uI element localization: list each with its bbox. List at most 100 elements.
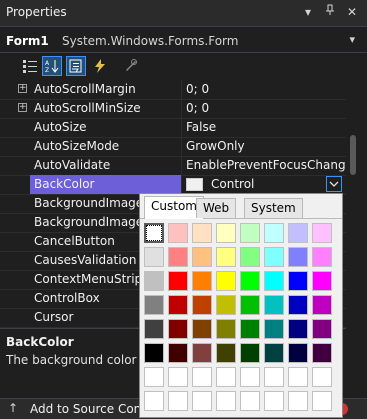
color-cell[interactable] (312, 271, 332, 291)
color-cell[interactable] (216, 223, 236, 243)
color-cell[interactable] (216, 247, 236, 267)
property-value[interactable]: GrowOnly (186, 139, 245, 153)
color-cell[interactable] (312, 247, 332, 267)
property-row-backcolor[interactable]: BackColor Control (0, 175, 346, 195)
categorized-icon (23, 60, 37, 73)
color-cell[interactable] (312, 391, 332, 411)
lightning-icon (95, 59, 105, 73)
color-cell[interactable] (288, 391, 308, 411)
color-cell[interactable] (240, 367, 260, 387)
wrench-icon (126, 59, 137, 71)
color-cell[interactable] (216, 271, 236, 291)
alphabetical-button[interactable]: AZ (42, 56, 62, 76)
color-cell[interactable] (168, 295, 188, 315)
color-cell[interactable] (168, 343, 188, 363)
color-cell[interactable] (240, 343, 260, 363)
description-title: BackColor (6, 335, 74, 349)
color-cell[interactable] (192, 343, 212, 363)
color-cell[interactable] (264, 271, 284, 291)
color-cell[interactable] (288, 223, 308, 243)
property-pages-button[interactable] (120, 56, 140, 76)
scrollbar-thumb[interactable] (350, 135, 356, 175)
color-cell[interactable] (264, 343, 284, 363)
chevron-down-icon[interactable]: ▾ (349, 33, 355, 46)
color-cell[interactable] (216, 367, 236, 387)
color-cell[interactable] (144, 295, 164, 315)
color-cell[interactable] (240, 223, 260, 243)
tab-system[interactable]: System (244, 198, 303, 218)
color-cell[interactable] (312, 343, 332, 363)
color-cell[interactable] (240, 271, 260, 291)
color-cell[interactable] (144, 319, 164, 339)
categorized-button[interactable] (20, 56, 40, 76)
expand-icon[interactable]: + (18, 103, 27, 112)
property-value[interactable]: EnablePreventFocusChange (186, 158, 353, 172)
pin-icon[interactable] (322, 4, 338, 20)
tab-custom[interactable]: Custom (144, 196, 204, 219)
color-cell[interactable] (168, 367, 188, 387)
color-cell[interactable] (264, 391, 284, 411)
color-cell[interactable] (264, 247, 284, 267)
color-cell[interactable] (288, 247, 308, 267)
window-dropdown-icon[interactable]: ▾ (300, 4, 316, 20)
color-cell[interactable] (144, 223, 164, 243)
color-cell[interactable] (192, 271, 212, 291)
color-cell[interactable] (288, 367, 308, 387)
color-cell[interactable] (192, 391, 212, 411)
color-cell[interactable] (312, 367, 332, 387)
color-cell[interactable] (192, 295, 212, 315)
color-cell[interactable] (312, 223, 332, 243)
color-cell[interactable] (192, 367, 212, 387)
color-cell[interactable] (288, 271, 308, 291)
property-value[interactable]: 0; 0 (186, 101, 209, 115)
color-cell[interactable] (216, 343, 236, 363)
color-cell[interactable] (144, 343, 164, 363)
color-cell[interactable] (240, 319, 260, 339)
color-cell[interactable] (168, 223, 188, 243)
color-cell[interactable] (240, 247, 260, 267)
color-cell[interactable] (168, 271, 188, 291)
color-cell[interactable] (144, 247, 164, 267)
color-cell[interactable] (312, 295, 332, 315)
color-cell[interactable] (240, 391, 260, 411)
color-cell[interactable] (144, 367, 164, 387)
property-value[interactable]: False (186, 120, 216, 134)
property-row[interactable]: AutoValidate EnablePreventFocusChange (0, 156, 353, 176)
color-cell[interactable] (168, 247, 188, 267)
color-cell[interactable] (288, 343, 308, 363)
color-cell[interactable] (192, 223, 212, 243)
properties-view-button[interactable] (66, 56, 86, 76)
color-picker-popup: Custom Web System (139, 193, 343, 418)
color-cell[interactable] (264, 319, 284, 339)
color-cell[interactable] (168, 319, 188, 339)
arrow-up-icon[interactable]: ↑ (8, 401, 18, 415)
color-cell[interactable] (168, 391, 188, 411)
color-cell[interactable] (192, 319, 212, 339)
property-row[interactable]: + AutoScrollMinSize 0; 0 (0, 99, 346, 119)
property-value[interactable]: 0; 0 (186, 82, 209, 96)
tab-web[interactable]: Web (196, 198, 237, 218)
property-row[interactable]: + AutoScrollMargin 0; 0 (0, 80, 346, 100)
color-cell[interactable] (192, 247, 212, 267)
color-cell[interactable] (144, 391, 164, 411)
color-cell[interactable] (216, 391, 236, 411)
close-icon[interactable]: ✕ (344, 4, 360, 20)
color-cell[interactable] (288, 295, 308, 315)
expand-icon[interactable]: + (18, 84, 27, 93)
property-row[interactable]: AutoSizeMode GrowOnly (0, 137, 346, 157)
color-cell[interactable] (144, 271, 164, 291)
color-cell[interactable] (288, 319, 308, 339)
color-cell[interactable] (264, 367, 284, 387)
object-selector[interactable]: Form1 System.Windows.Forms.Form ▾ (0, 30, 367, 53)
vertical-scrollbar[interactable] (346, 80, 360, 380)
color-cell[interactable] (264, 295, 284, 315)
property-value[interactable]: Control (211, 177, 254, 191)
events-button[interactable] (90, 56, 110, 76)
color-dropdown-button[interactable] (326, 176, 342, 192)
color-cell[interactable] (216, 295, 236, 315)
property-row[interactable]: AutoSize False (0, 118, 346, 138)
color-cell[interactable] (264, 223, 284, 243)
color-cell[interactable] (216, 319, 236, 339)
color-cell[interactable] (240, 295, 260, 315)
color-cell[interactable] (312, 319, 332, 339)
